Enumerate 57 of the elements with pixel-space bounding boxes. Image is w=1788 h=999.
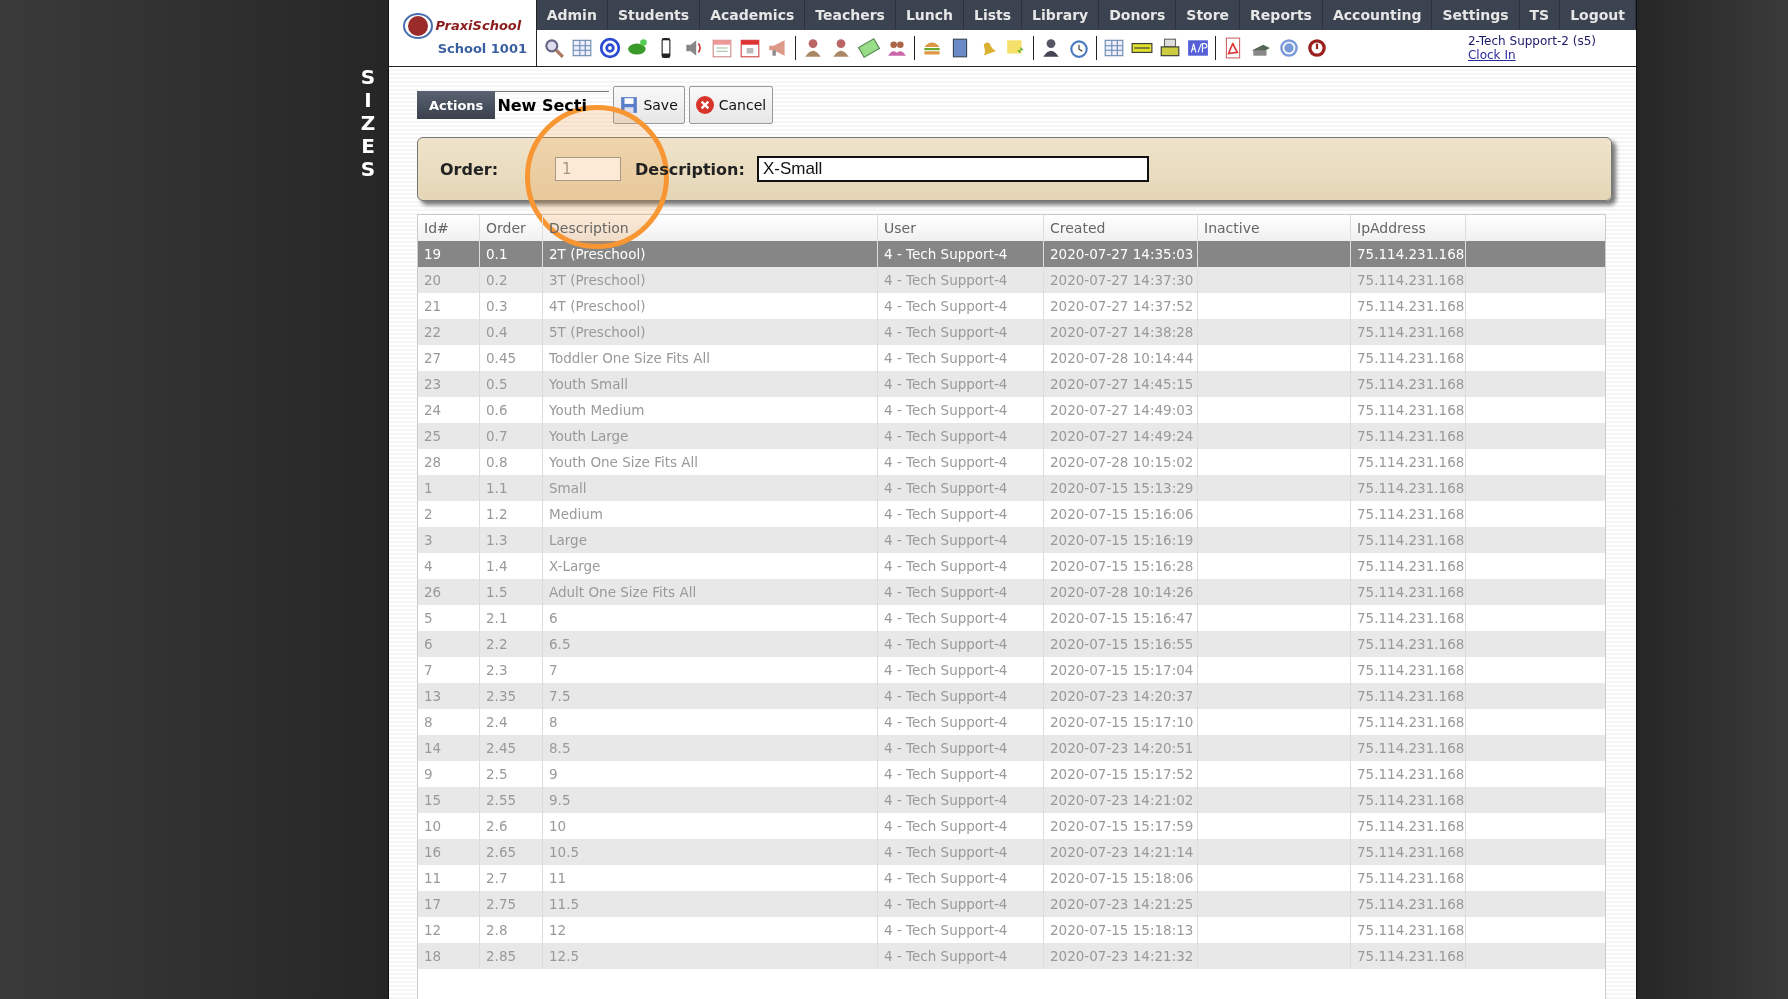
- table-row[interactable]: 25 0.7 Youth Large 4 - Tech Support-4 2020-07-27 14:49:24 75.114.231.168: [418, 423, 1605, 449]
- table-row[interactable]: 26 1.5 Adult One Size Fits All 4 - Tech Support-4 2020-07-28 10:14:26 75.114.231.168: [418, 579, 1605, 605]
- school-logo[interactable]: PraxiSchool School 1001: [389, 0, 537, 66]
- table-cell: 12.5: [543, 943, 878, 969]
- nav-menu-item[interactable]: Admin: [536, 0, 608, 30]
- calendar-icon[interactable]: [738, 37, 761, 59]
- table-row[interactable]: 6 2.2 6.5 4 - Tech Support-4 2020-07-15 15:16:55 75.114.231.168: [418, 631, 1605, 657]
- save-button[interactable]: Save: [613, 86, 685, 124]
- order-input[interactable]: 1: [555, 157, 621, 181]
- table-row[interactable]: 15 2.55 9.5 4 - Tech Support-4 2020-07-23 14:21:02 75.114.231.168: [418, 787, 1605, 813]
- cancel-button[interactable]: Cancel: [688, 86, 774, 124]
- table-row[interactable]: 18 2.85 12.5 4 - Tech Support-4 2020-07-23 14:21:32 75.114.231.168: [418, 943, 1605, 969]
- order-label: Order:: [440, 159, 500, 179]
- nav-menu-item[interactable]: Store: [1176, 0, 1241, 30]
- actions-button[interactable]: Actions: [417, 91, 496, 119]
- calendar-icon[interactable]: [710, 37, 733, 59]
- table-row[interactable]: 23 0.5 Youth Small 4 - Tech Support-4 2020-07-27 14:45:15 75.114.231.168: [418, 371, 1605, 397]
- nav-menu-item[interactable]: Lists: [964, 0, 1023, 30]
- section-title: New Secti: [495, 90, 610, 120]
- user-name: 2-Tech Support-2 (s5): [1467, 34, 1596, 48]
- ap-icon[interactable]: [1186, 37, 1209, 59]
- nav-menu-item[interactable]: Logout: [1560, 0, 1636, 30]
- table-row[interactable]: 20 0.2 3T (Preschool) 4 - Tech Support-4 2020-07-27 14:37:30 75.114.231.168: [418, 267, 1605, 293]
- table-row[interactable]: 19 0.1 2T (Preschool) 4 - Tech Support-4 2020-07-27 14:35:03 75.114.231.168: [418, 241, 1605, 267]
- nav-menu-item[interactable]: Teachers: [805, 0, 896, 30]
- table-row[interactable]: 16 2.65 10.5 4 - Tech Support-4 2020-07-23 14:21:14 75.114.231.168: [418, 839, 1605, 865]
- nav-menu-item[interactable]: Reports: [1240, 0, 1323, 30]
- table-icon[interactable]: [1102, 37, 1125, 59]
- table-row[interactable]: 3 1.3 Large 4 - Tech Support-4 2020-07-15 15:16:19 75.114.231.168: [418, 527, 1605, 553]
- nav-menu-item[interactable]: Accounting: [1322, 0, 1433, 30]
- printer-icon[interactable]: [1158, 37, 1181, 59]
- cancel-icon: [695, 96, 714, 114]
- table-cell: 4 - Tech Support-4: [878, 943, 1044, 969]
- nav-menu-item[interactable]: Academics: [700, 0, 806, 30]
- at-sign-icon[interactable]: [598, 37, 621, 59]
- nav-menu-item[interactable]: Donors: [1099, 0, 1177, 30]
- table-row[interactable]: 14 2.45 8.5 4 - Tech Support-4 2020-07-23 14:20:51 75.114.231.168: [418, 735, 1605, 761]
- table-cell: 75.114.231.168: [1351, 943, 1466, 969]
- table-row[interactable]: 17 2.75 11.5 4 - Tech Support-4 2020-07-23 14:21:25 75.114.231.168: [418, 891, 1605, 917]
- description-input[interactable]: X-Small: [756, 156, 1149, 182]
- nav-menu-item[interactable]: Students: [607, 0, 701, 30]
- table-cell: 2020-07-23 14:21:32: [1044, 943, 1198, 969]
- table-row[interactable]: 1 1.1 Small 4 - Tech Support-4 2020-07-15 15:13:29 75.114.231.168: [418, 475, 1605, 501]
- table-cell: 18: [418, 943, 480, 969]
- clock-in-link[interactable]: Clock In: [1467, 48, 1516, 62]
- page-title: SIZES: [359, 66, 377, 183]
- table-cell: 2.85: [480, 943, 543, 969]
- grid-icon[interactable]: [570, 37, 593, 59]
- search-icon[interactable]: [542, 37, 565, 59]
- power-icon[interactable]: [1305, 37, 1328, 59]
- nav-menu-item[interactable]: Settings: [1432, 0, 1520, 30]
- nav-menu-item[interactable]: TS: [1519, 0, 1561, 30]
- table-row[interactable]: 13 2.35 7.5 4 - Tech Support-4 2020-07-23 14:20:37 75.114.231.168: [418, 683, 1605, 709]
- nav-menu-item[interactable]: Lunch: [895, 0, 965, 30]
- alarm-clock-icon[interactable]: [1067, 37, 1090, 59]
- nav-menu-item[interactable]: Library: [1022, 0, 1100, 30]
- table-row[interactable]: 22 0.4 5T (Preschool) 4 - Tech Support-4 2020-07-27 14:38:28 75.114.231.168: [418, 319, 1605, 345]
